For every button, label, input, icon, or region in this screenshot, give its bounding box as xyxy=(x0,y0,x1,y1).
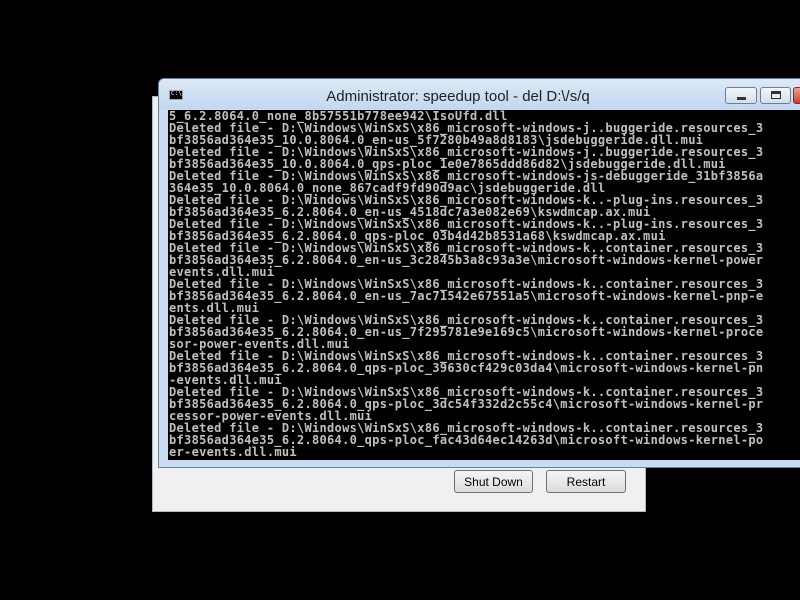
restart-button[interactable]: Restart xyxy=(546,470,626,493)
console-line: er-events.dll.mui xyxy=(169,445,297,459)
maximize-icon xyxy=(771,91,781,99)
close-button[interactable] xyxy=(793,87,800,104)
shut-down-button[interactable]: Shut Down xyxy=(454,470,533,493)
minimize-icon xyxy=(737,97,746,100)
window-title: Administrator: speedup tool - del D:\/s/… xyxy=(326,88,590,105)
console-titlebar[interactable]: Administrator: speedup tool - del D:\/s/… xyxy=(159,79,800,109)
console-window: Administrator: speedup tool - del D:\/s/… xyxy=(158,78,800,468)
console-output[interactable]: 5_6.2.8064.0_none_8b57551b778ee942\IsoUf… xyxy=(168,110,800,460)
maximize-button[interactable] xyxy=(760,87,791,104)
minimize-button[interactable] xyxy=(725,87,757,104)
